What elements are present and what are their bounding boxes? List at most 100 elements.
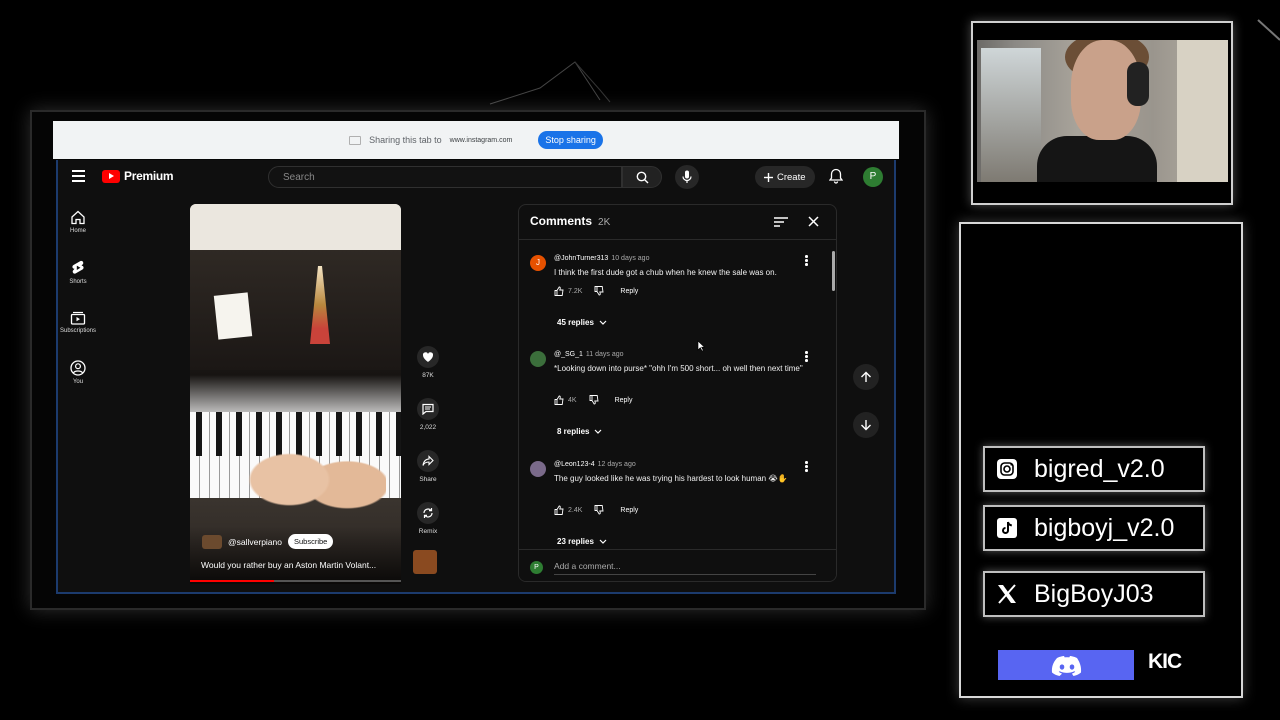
audio-thumbnail[interactable]: [413, 550, 437, 574]
comment-author[interactable]: @_SG_1: [554, 351, 583, 358]
webcam-shirt: [1037, 136, 1157, 182]
short-channel: @sallverpiano Subscribe: [202, 534, 334, 549]
comment-meta: @JohnTurner313 10 days ago: [554, 255, 649, 262]
search-icon: [636, 171, 649, 184]
comment-meta: @_SG_1 11 days ago: [554, 351, 624, 358]
logo-text: Premium: [124, 169, 174, 183]
heart-icon: [422, 352, 434, 362]
chevron-down-icon: [595, 429, 602, 434]
comment-author[interactable]: @JohnTurner313: [554, 255, 608, 262]
replies-count: 8 replies: [557, 427, 590, 436]
sort-icon[interactable]: [774, 217, 788, 227]
reply-button[interactable]: Reply: [620, 507, 638, 514]
comment-actions: 4K Reply: [554, 395, 632, 405]
previous-short-button[interactable]: [853, 364, 879, 390]
home-icon: [71, 210, 85, 225]
thumbs-up-icon[interactable]: [554, 395, 564, 405]
social-x: BigBoyJ03: [983, 571, 1205, 617]
subscriptions-icon: [70, 311, 86, 325]
x-handle: BigBoyJ03: [1034, 579, 1154, 608]
video-progress-bar[interactable]: [190, 580, 401, 582]
create-label: Create: [777, 171, 806, 183]
comments-count: 2,022: [419, 424, 437, 431]
like-count: 2.4K: [568, 506, 583, 514]
remix-label: Remix: [418, 528, 438, 535]
replies-toggle[interactable]: 8 replies: [557, 427, 602, 436]
plus-icon: [764, 172, 773, 182]
youtube-logo[interactable]: Premium: [102, 169, 174, 183]
sidebar-item-home[interactable]: Home: [58, 210, 98, 234]
subscribe-button[interactable]: Subscribe: [288, 534, 334, 549]
tiktok-handle: bigboyj_v2.0: [1034, 513, 1175, 542]
video-progress-fill: [190, 580, 275, 582]
tab-sharing-bar: Sharing this tab to www.instagram.com St…: [53, 121, 899, 159]
video-sheet: [213, 292, 253, 340]
comment-item: @Leon123-4 12 days ago The guy looked lik…: [530, 461, 820, 551]
video-background: [190, 204, 401, 250]
chevron-down-icon: [599, 320, 607, 325]
short-title[interactable]: Would you rather buy an Aston Martin Vol…: [201, 560, 401, 570]
comment-avatar[interactable]: [530, 461, 546, 477]
you-icon: [70, 360, 86, 376]
replies-count: 23 replies: [557, 537, 594, 546]
comment-avatar[interactable]: J: [530, 255, 546, 271]
tab-icon: [349, 135, 362, 145]
sidebar-item-shorts[interactable]: Shorts: [58, 260, 98, 285]
search-input[interactable]: Search: [268, 166, 622, 188]
reply-button[interactable]: Reply: [615, 397, 633, 404]
replies-toggle[interactable]: 23 replies: [557, 537, 607, 546]
sidebar-label-shorts: Shorts: [69, 279, 87, 285]
create-button[interactable]: Create: [755, 166, 815, 188]
comment-text: The guy looked like he was trying his ha…: [554, 474, 788, 483]
webcam-headset: [1127, 62, 1149, 106]
arrow-up-icon: [861, 371, 871, 382]
x-icon: [994, 581, 1020, 607]
sidebar-item-you[interactable]: You: [58, 360, 98, 385]
share-label: Share: [419, 476, 437, 483]
like-action[interactable]: 87K: [413, 346, 443, 379]
menu-icon[interactable]: [72, 170, 85, 185]
comment-actions: 7.2K Reply: [554, 286, 638, 296]
channel-name[interactable]: @sallverpiano: [228, 537, 282, 547]
like-count: 87K: [422, 372, 434, 379]
remix-action[interactable]: Remix: [413, 502, 443, 535]
replies-count: 45 replies: [557, 318, 594, 327]
share-action[interactable]: Share: [413, 450, 443, 483]
comment-text: I think the first dude got a chub when h…: [554, 268, 777, 277]
comment-author[interactable]: @Leon123-4: [554, 461, 595, 468]
discord-badge: [998, 650, 1134, 680]
comment-time: 12 days ago: [597, 461, 636, 468]
reply-button[interactable]: Reply: [620, 288, 638, 295]
notifications-bell-icon[interactable]: [829, 168, 843, 184]
comment-icon: [422, 403, 434, 415]
microphone-icon: [682, 170, 692, 183]
thumbs-up-icon[interactable]: [554, 286, 564, 296]
thumbs-down-icon[interactable]: [594, 286, 604, 296]
thumbs-down-icon[interactable]: [589, 395, 599, 405]
comments-total: 2K: [598, 217, 611, 228]
stop-sharing-button[interactable]: Stop sharing: [538, 131, 603, 149]
comments-action[interactable]: 2,022: [413, 398, 443, 431]
thumbs-up-icon[interactable]: [554, 505, 564, 515]
close-icon[interactable]: [807, 215, 820, 228]
channel-avatar[interactable]: [202, 534, 222, 549]
comment-item: @_SG_1 11 days ago *Looking down into pur…: [530, 351, 820, 451]
share-icon: [422, 455, 434, 466]
voice-search-button[interactable]: [675, 165, 699, 189]
short-video-player[interactable]: @sallverpiano Subscribe Would you rather…: [190, 204, 401, 584]
comments-title: Comments: [530, 214, 593, 228]
comment-time: 11 days ago: [585, 351, 624, 358]
replies-toggle[interactable]: 45 replies: [557, 318, 607, 327]
sidebar-item-subscriptions[interactable]: Subscriptions: [58, 310, 98, 334]
comment-time: 10 days ago: [611, 255, 650, 262]
search-button[interactable]: [622, 166, 662, 188]
next-short-button[interactable]: [853, 412, 879, 438]
comment-avatar[interactable]: [530, 351, 546, 367]
thumbs-down-icon[interactable]: [594, 505, 604, 515]
tiktok-icon: [994, 515, 1020, 541]
comments-scrollbar[interactable]: [832, 251, 835, 291]
add-comment-input[interactable]: Add a comment...: [554, 561, 816, 575]
account-avatar[interactable]: P: [863, 167, 883, 187]
webcam-window: [1177, 40, 1228, 182]
webcam-shelf: [981, 48, 1041, 182]
